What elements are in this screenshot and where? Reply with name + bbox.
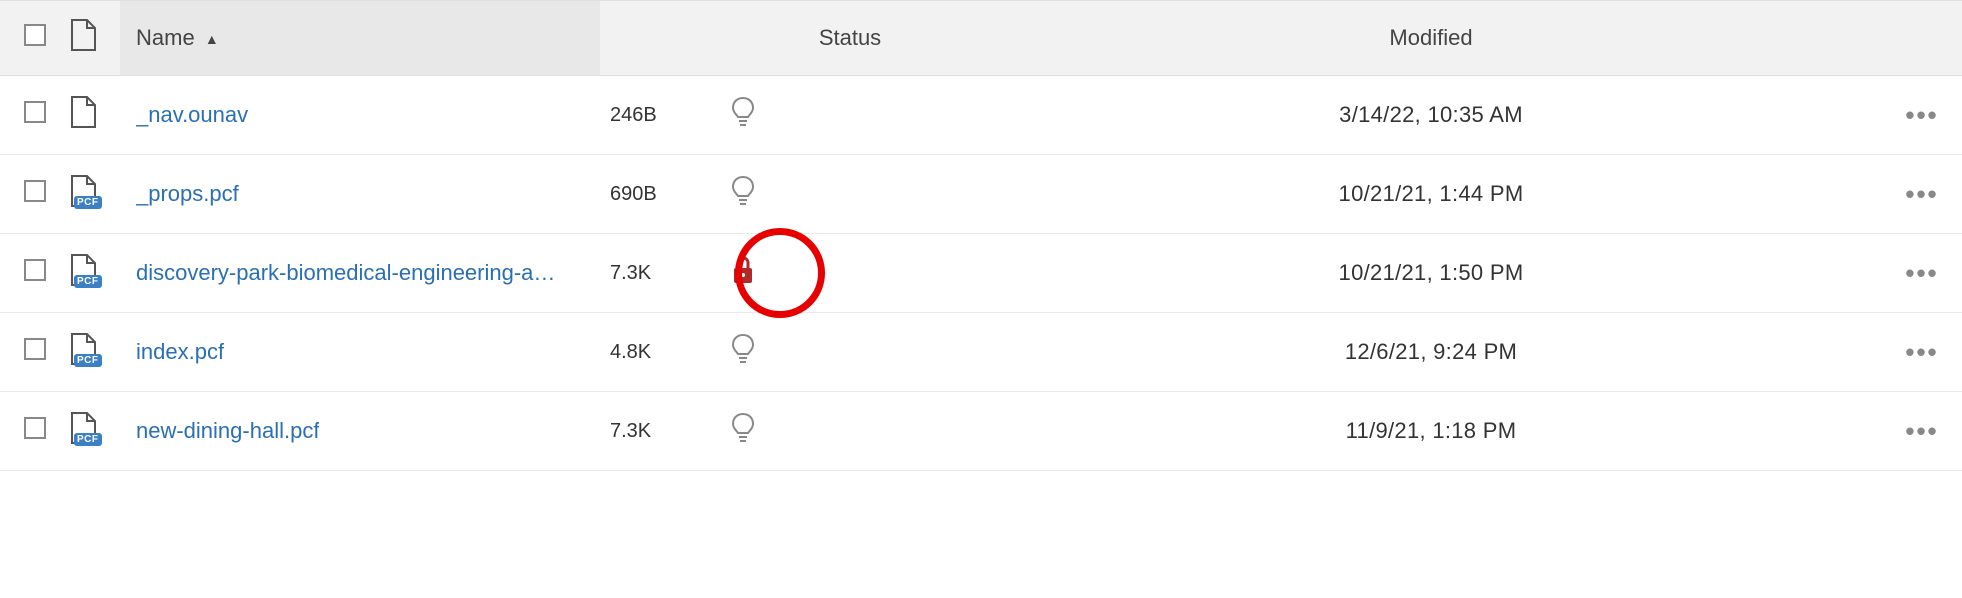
lightbulb-icon[interactable]	[730, 111, 756, 133]
file-size-text: 246B	[610, 104, 657, 126]
modified-date-text: 12/6/21, 9:24 PM	[1345, 339, 1517, 364]
file-name-link[interactable]: new-dining-hall.pcf	[136, 418, 319, 444]
file-name-link[interactable]: _nav.ounav	[136, 102, 248, 128]
file-icon: PCF	[70, 412, 96, 444]
row-actions-menu[interactable]: •••	[1905, 179, 1938, 209]
file-icon	[70, 96, 96, 128]
pcf-badge: PCF	[74, 196, 102, 209]
file-listing-table: Name ▲ Status Modified	[0, 0, 1962, 471]
modified-date-text: 10/21/21, 1:44 PM	[1339, 181, 1524, 206]
file-icon: PCF	[70, 175, 96, 207]
modified-date-text: 11/9/21, 1:18 PM	[1346, 418, 1517, 443]
pcf-badge: PCF	[74, 354, 102, 367]
column-header-status[interactable]: Status	[720, 1, 980, 76]
row-actions-menu[interactable]: •••	[1905, 337, 1938, 367]
column-header-name[interactable]: Name ▲	[120, 1, 600, 76]
column-name-label: Name	[136, 25, 195, 50]
file-icon: PCF	[70, 333, 96, 365]
file-size-text: 7.3K	[610, 420, 651, 442]
file-type-icon	[70, 19, 96, 51]
file-name-link[interactable]: discovery-park-biomedical-engineering-a…	[136, 260, 555, 286]
file-size-text: 690B	[610, 183, 657, 205]
column-modified-label: Modified	[1389, 25, 1472, 50]
row-actions-menu[interactable]: •••	[1905, 416, 1938, 446]
row-checkbox[interactable]	[24, 101, 46, 123]
file-icon: PCF	[70, 254, 96, 286]
row-checkbox[interactable]	[24, 338, 46, 360]
lightbulb-icon[interactable]	[730, 190, 756, 212]
file-name-link[interactable]: _props.pcf	[136, 181, 239, 207]
row-checkbox[interactable]	[24, 180, 46, 202]
row-checkbox[interactable]	[24, 417, 46, 439]
table-header-row: Name ▲ Status Modified	[0, 1, 1962, 76]
pcf-badge: PCF	[74, 433, 102, 446]
file-name-link[interactable]: index.pcf	[136, 339, 224, 365]
sort-ascending-icon: ▲	[205, 31, 219, 47]
table-row[interactable]: _nav.ounav 246B 3/14/22, 10:35 AM •••	[0, 76, 1962, 155]
table-row[interactable]: PCF index.pcf 4.8K 12/6/21, 9:24 PM •••	[0, 313, 1962, 392]
row-checkbox[interactable]	[24, 259, 46, 281]
table-row[interactable]: PCF discovery-park-biomedical-engineerin…	[0, 234, 1962, 313]
table-row[interactable]: PCF _props.pcf 690B 10/21/21, 1:44 PM ••…	[0, 155, 1962, 234]
column-status-label: Status	[819, 25, 881, 50]
select-all-checkbox[interactable]	[24, 24, 46, 46]
modified-date-text: 10/21/21, 1:50 PM	[1339, 260, 1524, 285]
file-size-text: 7.3K	[610, 262, 651, 284]
pcf-badge: PCF	[74, 275, 102, 288]
row-actions-menu[interactable]: •••	[1905, 258, 1938, 288]
file-size-text: 4.8K	[610, 341, 651, 363]
row-actions-menu[interactable]: •••	[1905, 100, 1938, 130]
modified-date-text: 3/14/22, 10:35 AM	[1339, 102, 1523, 127]
lightbulb-icon[interactable]	[730, 427, 756, 449]
column-header-modified[interactable]: Modified	[980, 1, 1882, 76]
lock-icon[interactable]	[730, 268, 756, 290]
table-row[interactable]: PCF new-dining-hall.pcf 7.3K 11/9/21, 1:…	[0, 392, 1962, 471]
lightbulb-icon[interactable]	[730, 348, 756, 370]
